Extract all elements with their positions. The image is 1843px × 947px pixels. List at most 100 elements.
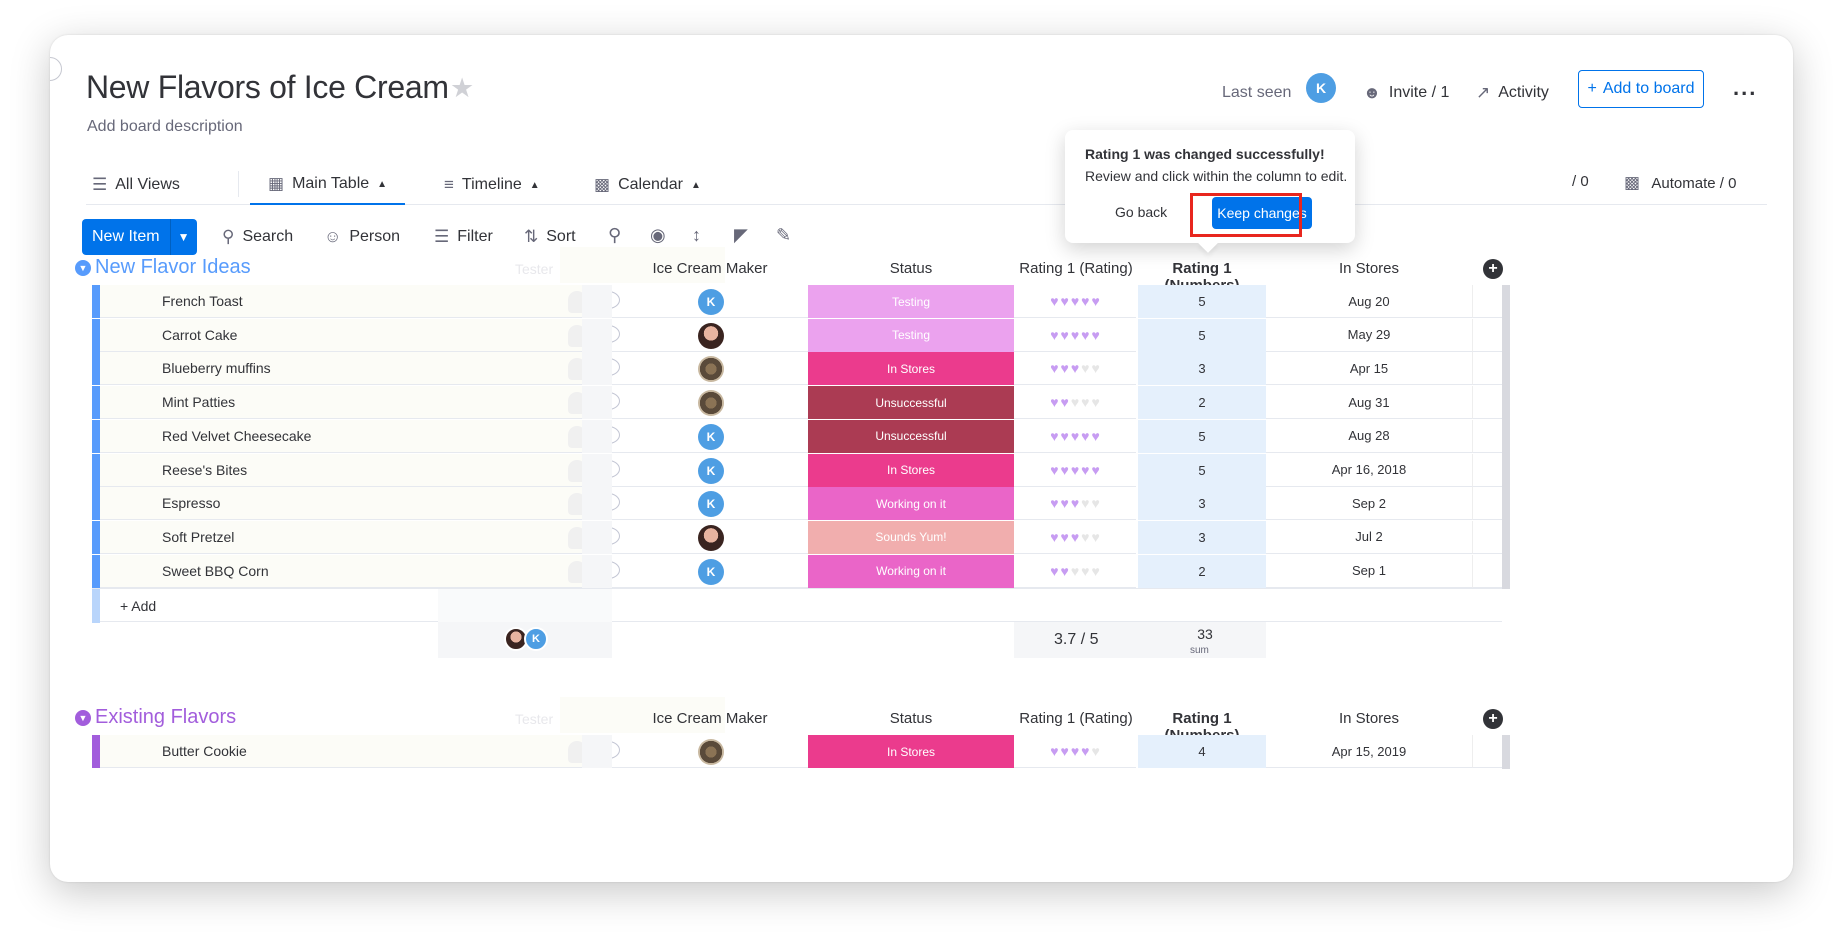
table-row[interactable]: Carrot Cake Testing ♥ ♥ ♥ ♥ ♥ 5 May 29 — [50, 318, 1793, 353]
pencil-icon[interactable]: ✎ — [776, 225, 791, 246]
heart-icon[interactable]: ♥ — [1091, 463, 1099, 477]
rating-column-header[interactable]: Rating 1 (Rating) — [1014, 710, 1138, 727]
heart-icon[interactable]: ♥ — [1061, 395, 1069, 409]
item-name[interactable]: Espresso — [162, 495, 220, 511]
heart-icon[interactable]: ♥ — [1050, 564, 1058, 578]
rating-number[interactable]: 2 — [1138, 554, 1266, 588]
heart-icon[interactable]: ♥ — [1091, 496, 1099, 510]
in-stores-date[interactable]: Aug 20 — [1266, 285, 1472, 318]
status-label[interactable]: Sounds Yum! — [808, 520, 1014, 554]
heart-icon[interactable]: ♥ — [1050, 496, 1058, 510]
scrollbar-strip[interactable] — [1502, 453, 1510, 488]
heart-icon[interactable]: ♥ — [1050, 395, 1058, 409]
scrollbar-strip[interactable] — [1502, 419, 1510, 454]
invite-button[interactable]: ☻ Invite / 1 — [1363, 75, 1449, 111]
item-name[interactable]: Red Velvet Cheesecake — [162, 428, 311, 444]
item-name[interactable]: Soft Pretzel — [162, 529, 234, 545]
avatar[interactable] — [698, 390, 724, 417]
chevron-down-icon[interactable]: ▼ — [171, 219, 197, 255]
item-name[interactable]: Blueberry muffins — [162, 360, 271, 376]
chevron-down-icon[interactable]: ▼ — [75, 260, 91, 276]
rating-number[interactable]: 3 — [1138, 352, 1266, 386]
item-name-cell[interactable]: Blueberry muffins — [100, 352, 620, 386]
table-row[interactable]: Red Velvet Cheesecake K Unsuccessful ♥ ♥ ♥ ♥ ♥ 5… — [50, 419, 1793, 454]
in-stores-date[interactable]: Aug 28 — [1266, 420, 1472, 453]
heart-icon[interactable]: ♥ — [1071, 294, 1079, 308]
table-row[interactable]: Sweet BBQ Corn K Working on it ♥ ♥ ♥ ♥ ♥ 2 Sep 1 — [50, 554, 1793, 589]
heart-icon[interactable]: ♥ — [1071, 744, 1079, 758]
rating-number[interactable]: 5 — [1138, 285, 1266, 318]
rating-cell[interactable]: ♥ ♥ ♥ ♥ ♥ — [1014, 352, 1136, 386]
rating-number[interactable]: 5 — [1138, 453, 1266, 487]
heart-icon[interactable]: ♥ — [1050, 361, 1058, 375]
status-label[interactable]: Unsuccessful — [808, 386, 1014, 420]
status-column-header[interactable]: Status — [808, 710, 1014, 727]
heart-icon[interactable]: ♥ — [1050, 530, 1058, 544]
heart-icon[interactable]: ♥ — [1081, 395, 1089, 409]
tab-main-table[interactable]: ▦ Main Table ▲ — [250, 165, 406, 205]
in-stores-date[interactable]: Apr 15 — [1266, 352, 1472, 386]
heart-icon[interactable]: ♥ — [1091, 564, 1099, 578]
heart-icon[interactable]: ♥ — [1071, 361, 1079, 375]
scrollbar-strip[interactable] — [1502, 554, 1510, 589]
scrollbar-strip[interactable] — [1502, 520, 1510, 555]
add-column-icon[interactable]: + — [1483, 259, 1503, 279]
integrate-count[interactable]: / 0 — [1572, 173, 1589, 190]
heart-icon[interactable]: ♥ — [1061, 496, 1069, 510]
new-item-button[interactable]: New Item ▼ — [82, 219, 197, 255]
heart-icon[interactable]: ♥ — [1081, 530, 1089, 544]
heart-icon[interactable]: ♥ — [1091, 429, 1099, 443]
in-stores-date[interactable]: Sep 1 — [1266, 555, 1472, 588]
item-name[interactable]: Reese's Bites — [162, 462, 247, 478]
heart-icon[interactable]: ♥ — [1081, 361, 1089, 375]
tester-column-header[interactable]: Tester — [515, 711, 553, 727]
item-name-cell[interactable]: Reese's Bites — [100, 453, 620, 487]
status-label[interactable]: In Stores — [808, 352, 1014, 386]
item-name-cell[interactable]: Sweet BBQ Corn — [100, 554, 620, 588]
avatar[interactable] — [698, 739, 724, 765]
item-name[interactable]: French Toast — [162, 293, 243, 309]
maker-column-header[interactable]: Ice Cream Maker — [612, 260, 808, 277]
rating-number[interactable]: 4 — [1138, 735, 1266, 768]
maker-column-header[interactable]: Ice Cream Maker — [612, 710, 808, 727]
in-stores-column-header[interactable]: In Stores — [1266, 260, 1472, 277]
status-label[interactable]: Unsuccessful — [808, 419, 1014, 453]
status-label[interactable]: Working on it — [808, 487, 1014, 521]
board-description[interactable]: Add board description — [87, 118, 243, 136]
add-to-board-button[interactable]: + Add to board — [1578, 70, 1704, 108]
status-label[interactable]: Testing — [808, 318, 1014, 352]
all-views-button[interactable]: ☰ All Views — [92, 165, 180, 205]
item-name-cell[interactable]: Mint Patties — [100, 386, 620, 420]
rating-cell[interactable]: ♥ ♥ ♥ ♥ ♥ — [1014, 735, 1136, 768]
heart-icon[interactable]: ♥ — [1071, 564, 1079, 578]
heart-icon[interactable]: ♥ — [1061, 429, 1069, 443]
heart-icon[interactable]: ♥ — [1091, 744, 1099, 758]
in-stores-date[interactable]: Sep 2 — [1266, 487, 1472, 521]
avatar[interactable]: K — [698, 457, 724, 484]
table-row[interactable]: French Toast K Testing ♥ ♥ ♥ ♥ ♥ 5 Aug 20 — [50, 285, 1793, 319]
heart-icon[interactable]: ♥ — [1091, 328, 1099, 342]
add-item-label[interactable]: + Add — [120, 598, 156, 614]
board-title[interactable]: New Flavors of Ice Cream — [86, 69, 449, 106]
item-name-cell[interactable]: French Toast — [100, 285, 620, 318]
group-title[interactable]: Existing Flavors — [95, 706, 236, 729]
heart-icon[interactable]: ♥ — [1050, 744, 1058, 758]
heart-icon[interactable]: ♥ — [1071, 429, 1079, 443]
status-label[interactable]: In Stores — [808, 735, 1014, 768]
heart-icon[interactable]: ♥ — [1061, 463, 1069, 477]
go-back-button[interactable]: Go back — [1115, 204, 1167, 220]
tester-column-header[interactable]: Tester — [515, 261, 553, 277]
avatar[interactable] — [698, 322, 724, 349]
chevron-down-icon[interactable]: ▼ — [75, 710, 91, 726]
status-label[interactable]: Working on it — [808, 554, 1014, 588]
in-stores-date[interactable]: Jul 2 — [1266, 521, 1472, 554]
rating-column-header[interactable]: Rating 1 (Rating) — [1014, 260, 1138, 277]
scrollbar-strip[interactable] — [1502, 352, 1510, 387]
item-name-cell[interactable]: Red Velvet Cheesecake — [100, 419, 620, 453]
heart-icon[interactable]: ♥ — [1071, 328, 1079, 342]
rating-cell[interactable]: ♥ ♥ ♥ ♥ ♥ — [1014, 521, 1136, 554]
status-column-header[interactable]: Status — [808, 260, 1014, 277]
rating-number[interactable]: 3 — [1138, 520, 1266, 554]
item-name[interactable]: Butter Cookie — [162, 743, 247, 759]
heart-icon[interactable]: ♥ — [1050, 429, 1058, 443]
